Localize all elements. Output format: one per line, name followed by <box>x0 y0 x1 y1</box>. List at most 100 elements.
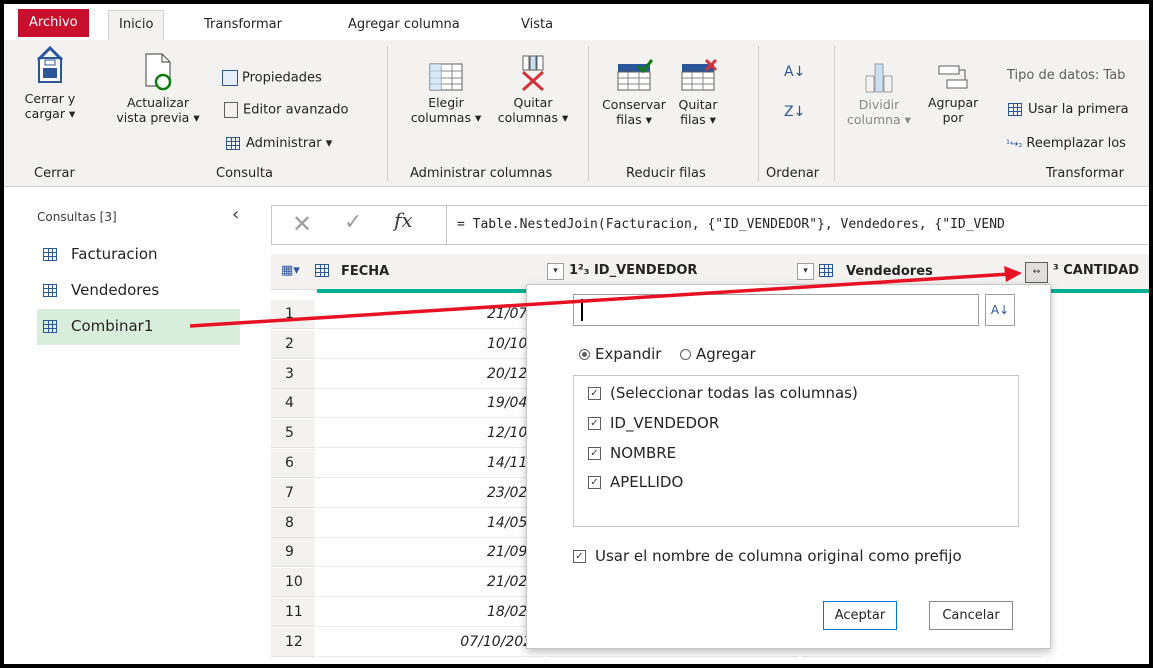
group-label-query: Consulta <box>216 166 273 181</box>
cell-fecha[interactable]: 14/11/9 <box>317 449 545 478</box>
confirm-formula-icon[interactable]: ✓ <box>344 210 362 235</box>
group-by-label: Agrupar por <box>928 95 979 125</box>
row-number[interactable]: 8 <box>271 508 315 538</box>
advanced-editor-button[interactable]: Editor avanzado <box>224 102 348 118</box>
group-separator <box>758 46 759 181</box>
data-type-dropdown[interactable]: Tipo de datos: Tab <box>1007 68 1125 83</box>
ribbon: Cerrar y cargar ▾ Actualizar vista previa … <box>4 40 1149 187</box>
tab-file[interactable]: Archivo <box>18 9 89 37</box>
cancel-formula-icon[interactable]: ✕ <box>292 210 312 238</box>
sort-descending-icon: Z↓ <box>784 104 806 120</box>
group-by-icon <box>938 65 968 89</box>
table-icon <box>43 320 57 333</box>
tab-transform[interactable]: Transformar <box>194 11 292 39</box>
table-icon <box>43 248 57 261</box>
id-vendedor-filter-button[interactable]: ▾ <box>797 263 814 280</box>
manage-button[interactable]: Administrar ▾ <box>222 136 332 151</box>
checkbox-checked-icon: ✓ <box>588 417 601 430</box>
row-number[interactable]: 9 <box>271 538 315 568</box>
column-checkbox-id-vendedor[interactable]: ✓ ID_VENDEDOR <box>588 414 719 432</box>
close-load-button[interactable]: Cerrar y cargar ▾ <box>20 44 80 121</box>
formula-input[interactable]: = Table.NestedJoin(Facturacion, {"ID_VEN… <box>447 205 1149 245</box>
row-number[interactable]: 10 <box>271 568 315 598</box>
cell-fecha[interactable]: 23/02/7 <box>317 479 545 508</box>
cell-fecha[interactable]: 21/07/2 <box>317 300 545 329</box>
radio-selected-icon <box>579 349 590 360</box>
query-item-facturacion[interactable]: Facturacion <box>37 237 240 273</box>
keep-rows-button[interactable]: Conservar filas ▾ <box>598 58 670 127</box>
tab-home[interactable]: Inicio <box>108 10 165 41</box>
formula-buttons: ✕ ✓ fx <box>271 205 447 245</box>
cancel-button[interactable]: Cancelar <box>929 601 1013 630</box>
use-first-row-button[interactable]: Usar la primera <box>1004 102 1129 117</box>
columns-checklist: ✓ (Seleccionar todas las columnas) ✓ ID_VE… <box>573 375 1019 527</box>
group-label-sort: Ordenar <box>766 166 820 181</box>
split-column-button[interactable]: Dividir columna ▾ <box>844 60 914 127</box>
sort-ascending-button[interactable]: A↓ <box>784 64 805 80</box>
column-header-cantidad[interactable]: ³ CANTIDAD <box>1053 263 1139 278</box>
queries-pane-title: Consultas [3] <box>37 210 117 224</box>
cell-fecha[interactable]: 21/09/0 <box>317 538 545 568</box>
column-search-input[interactable] <box>573 294 979 326</box>
column-checkbox-nombre[interactable]: ✓ NOMBRE <box>588 444 676 462</box>
aggregate-radio[interactable]: Agregar <box>680 345 756 363</box>
cell-fecha[interactable]: 21/02/1 <box>317 568 545 598</box>
sort-columns-button[interactable]: A↓ <box>985 294 1015 326</box>
tab-view[interactable]: Vista <box>511 11 563 39</box>
row-number[interactable]: 3 <box>271 359 315 389</box>
row-number[interactable]: 2 <box>271 329 315 359</box>
replace-values-icon: ¹↪₂ <box>1006 139 1023 150</box>
power-query-window: Archivo Inicio Transformar Agregar colum… <box>4 4 1149 664</box>
table-menu-icon[interactable]: ▦▾ <box>281 263 300 278</box>
queries-pane: Consultas [3] ‹ Facturacion Vendedores C… <box>4 187 268 664</box>
row-number[interactable]: 7 <box>271 478 315 508</box>
remove-columns-button[interactable]: Quitar columnas ▾ <box>490 54 576 125</box>
split-column-label: Dividir columna ▾ <box>847 97 911 127</box>
ok-button[interactable]: Aceptar <box>823 601 897 630</box>
cell-fecha[interactable]: 14/05/0 <box>317 509 545 538</box>
formula-bar: ✕ ✓ fx = Table.NestedJoin(Facturacion, {… <box>271 205 1149 245</box>
cell-fecha[interactable]: 12/10/0 <box>317 419 545 449</box>
close-load-label: Cerrar y cargar ▾ <box>24 91 76 121</box>
group-separator <box>834 46 835 181</box>
expand-radio[interactable]: Expandir <box>579 345 661 363</box>
properties-button[interactable]: Propiedades <box>222 70 322 86</box>
tab-add-column[interactable]: Agregar columna <box>338 11 470 39</box>
refresh-preview-button[interactable]: Actualizar vista previa ▾ <box>103 52 213 125</box>
row-number[interactable]: 1 <box>271 300 315 329</box>
sort-descending-button[interactable]: Z↓ <box>784 104 805 120</box>
column-header-fecha[interactable]: FECHA <box>341 264 389 279</box>
use-first-row-icon <box>1008 103 1022 116</box>
expand-column-button[interactable]: ↔ <box>1025 262 1048 283</box>
date-type-icon[interactable] <box>315 263 329 278</box>
cell-fecha[interactable]: 20/12/0 <box>317 360 545 389</box>
row-number[interactable]: 11 <box>271 598 315 627</box>
group-separator <box>387 46 388 181</box>
column-header-id-vendedor[interactable]: 1²₃ ID_VENDEDOR <box>569 263 697 278</box>
collapse-pane-icon[interactable]: ‹ <box>232 204 239 225</box>
choose-columns-button[interactable]: Elegir columnas ▾ <box>404 62 488 125</box>
row-number[interactable]: 4 <box>271 389 315 419</box>
query-item-combinar1[interactable]: Combinar1 <box>37 309 240 345</box>
fecha-filter-button[interactable]: ▾ <box>547 263 564 280</box>
cell-fecha[interactable]: 19/04/0 <box>317 389 545 419</box>
query-item-vendedores[interactable]: Vendedores <box>37 273 240 309</box>
cell-fecha[interactable]: 10/10/6 <box>317 330 545 359</box>
group-label-reduce-rows: Reducir filas <box>626 166 706 181</box>
select-all-checkbox[interactable]: ✓ (Seleccionar todas las columnas) <box>588 384 858 402</box>
group-by-button[interactable]: Agrupar por <box>928 62 978 125</box>
row-number[interactable]: 6 <box>271 449 315 478</box>
row-number[interactable]: 12 <box>271 627 315 657</box>
checkbox-checked-icon: ✓ <box>588 447 601 460</box>
column-checkbox-apellido[interactable]: ✓ APELLIDO <box>588 473 683 491</box>
column-header-vendedores[interactable]: Vendedores <box>846 264 933 279</box>
prefix-checkbox[interactable]: ✓ Usar el nombre de columna original como… <box>573 547 962 565</box>
sort-ascending-icon: A↓ <box>784 64 806 80</box>
cell-fecha[interactable]: 07/10/2023 <box>317 628 545 657</box>
row-number[interactable]: 5 <box>271 419 315 449</box>
remove-rows-button[interactable]: Quitar filas ▾ <box>668 58 728 127</box>
replace-values-button[interactable]: ¹↪₂ Reemplazar los <box>1006 136 1126 151</box>
cell-fecha[interactable]: 18/02/8 <box>317 598 545 627</box>
fx-icon[interactable]: fx <box>394 208 413 232</box>
checkbox-checked-icon: ✓ <box>573 550 586 563</box>
